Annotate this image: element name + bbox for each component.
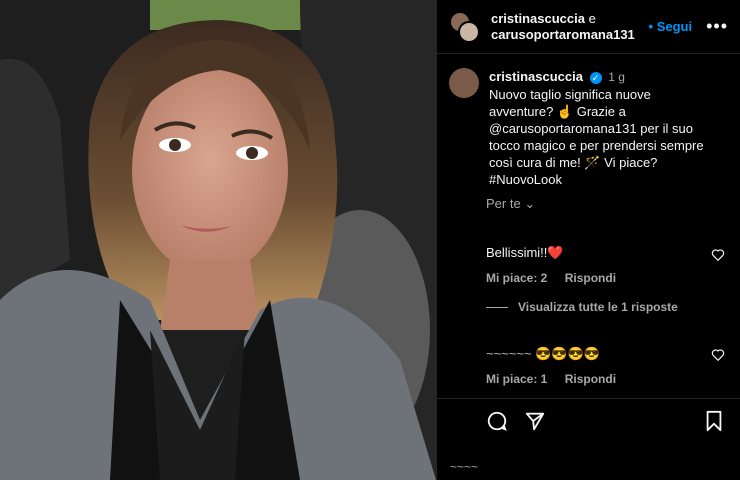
bookmark-icon[interactable] <box>704 410 724 432</box>
actions-divider <box>436 398 740 399</box>
instagram-post-view: cristinascuccia e carusoportaromana131 •… <box>0 0 740 480</box>
collab-usernames: cristinascuccia e carusoportaromana131 <box>491 11 649 43</box>
comment-emojis: 😎😎😎😎 <box>535 346 600 361</box>
reply-button[interactable]: Rispondi <box>565 271 616 285</box>
heart-icon[interactable] <box>711 348 725 362</box>
post-actions-bar <box>436 406 740 442</box>
comment-likes[interactable]: Mi piace: 2 <box>486 271 547 285</box>
comment-text: ~~~~~~ 😎😎😎😎 <box>486 345 726 362</box>
avatar[interactable] <box>458 20 480 43</box>
hashtag-link[interactable]: #NuovoLook <box>489 172 562 187</box>
caption-username[interactable]: cristinascuccia <box>489 69 583 84</box>
comment-icon[interactable] <box>486 410 508 432</box>
caption-line[interactable]: @carusoportaromana131 per il suo <box>489 121 693 136</box>
post-caption: cristinascuccia ✓ 1 g Nuovo taglio signi… <box>437 54 740 188</box>
selfie-image <box>0 0 436 480</box>
avatar[interactable] <box>449 68 479 98</box>
collab-avatars[interactable] <box>449 10 481 43</box>
post-header: cristinascuccia e carusoportaromana131 •… <box>437 0 740 54</box>
comment-item: Bellissimi!!❤️ Mi piace: 2 Rispondi <box>486 244 726 285</box>
post-photo[interactable] <box>0 0 436 480</box>
follow-label: Segui <box>656 19 693 34</box>
join-text: e <box>584 10 596 26</box>
comment-text: Bellissimi!!❤️ <box>486 245 564 260</box>
caption-line: Nuovo taglio significa nuove <box>489 87 651 102</box>
reply-button[interactable]: Rispondi <box>565 372 616 386</box>
per-te-label: Per te <box>486 196 521 211</box>
comment-meta: Mi piace: 2 Rispondi <box>486 271 726 285</box>
comment-item: ~~~~~~ 😎😎😎😎 Mi piace: 1 Rispondi <box>486 345 726 386</box>
per-te-dropdown[interactable]: Per te ⌄ <box>486 196 535 212</box>
comment-likes[interactable]: Mi piace: 1 <box>486 372 547 386</box>
likes-summary-scribble: ~~~~ <box>450 460 479 474</box>
caption-line: avventure? ☝️ Grazie a <box>489 104 626 119</box>
caption-line: così cura di me! 🪄 Vi piace? <box>489 155 658 170</box>
follow-button[interactable]: • Segui <box>649 19 693 34</box>
comment-username-scribble[interactable]: ~~~~~~ <box>486 346 532 361</box>
caption-time: 1 g <box>608 70 625 84</box>
username-link[interactable]: carusoportaromana131 <box>491 27 635 42</box>
replies-divider <box>486 306 508 308</box>
heart-icon[interactable] <box>711 248 725 262</box>
chevron-down-icon: ⌄ <box>524 196 536 211</box>
share-icon[interactable] <box>524 410 546 432</box>
verified-badge-icon: ✓ <box>589 71 602 84</box>
view-replies-label: Visualizza tutte le 1 risposte <box>518 300 678 314</box>
more-options-icon[interactable]: ••• <box>706 16 728 37</box>
view-replies-button[interactable]: Visualizza tutte le 1 risposte <box>486 300 678 314</box>
caption-line: tocco magico e per prendersi sempre <box>489 138 704 153</box>
username-link[interactable]: cristinascuccia <box>491 11 585 26</box>
comment-meta: Mi piace: 1 Rispondi <box>486 372 726 386</box>
